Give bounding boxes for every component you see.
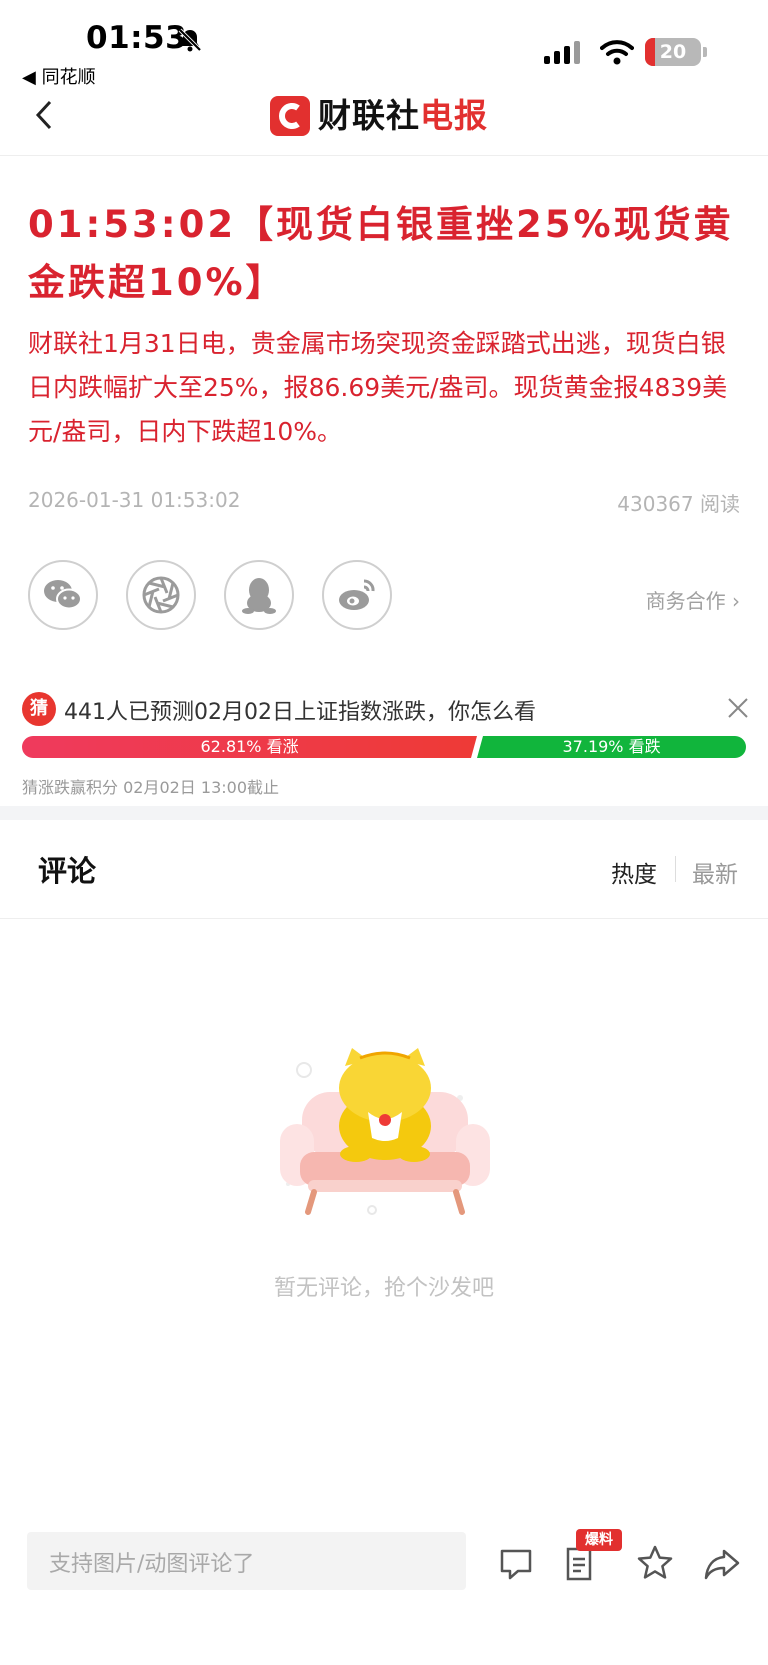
logo-text-red: 电报 (420, 96, 488, 135)
poll-footer: 猜涨跌赢积分 02月02日 13:00截止 (22, 778, 280, 797)
share-icon[interactable] (702, 1543, 742, 1583)
article-read-count: 430367 阅读 (617, 492, 740, 516)
share-wechat-button[interactable] (28, 560, 98, 630)
business-cooperation-link[interactable]: 商务合作 › (646, 585, 740, 614)
guess-badge-icon: 猜 (22, 692, 56, 726)
sort-newest-tab[interactable]: 最新 (692, 855, 738, 889)
empty-comments-text: 暂无评论，抢个沙发吧 (273, 1276, 494, 1301)
empty-comments-illustration (280, 1048, 490, 1215)
back-to-app-link[interactable]: ◀ 同花顺 (22, 63, 96, 89)
share-qq-button[interactable] (224, 560, 294, 630)
weibo-icon (339, 579, 375, 610)
article-datetime: 2026-01-31 01:53:02 (28, 488, 241, 512)
comments-divider (0, 918, 768, 919)
comment-input-placeholder: 支持图片/动图评论了 (49, 1552, 255, 1577)
nav-divider (0, 155, 768, 156)
battery-cap (703, 47, 707, 57)
cellular-signal-icon (544, 41, 580, 64)
poll-question[interactable]: 441人已预测02月02日上证指数涨跌，你怎么看 (64, 694, 536, 726)
logo-text-black: 财联社 (318, 96, 420, 135)
article-headline: 01:53:02【现货白银重挫25%现货黄金跌超10%】 (28, 203, 734, 304)
baoliao-badge: 爆料 (576, 1529, 622, 1551)
sort-divider (675, 856, 676, 882)
wechat-icon (44, 580, 82, 610)
star-icon[interactable] (635, 1543, 675, 1583)
comment-icon[interactable] (496, 1543, 536, 1583)
status-time: 01:53 (86, 20, 188, 56)
comments-title: 评论 (38, 854, 97, 888)
share-moments-button[interactable] (126, 560, 196, 630)
battery-indicator: 20 (645, 38, 701, 66)
wifi-icon (600, 40, 634, 65)
back-arrow-icon[interactable] (32, 98, 56, 132)
comment-input[interactable]: 支持图片/动图评论了 (27, 1532, 466, 1590)
moments-icon (142, 576, 180, 614)
sort-hot-tab[interactable]: 热度 (611, 855, 657, 889)
app-logo-text: 财联社电报 (318, 94, 488, 138)
vote-down-label: 37.19% 看跌 (562, 737, 661, 756)
article-body: 财联社1月31日电，贵金属市场突现资金踩踏式出逃，现货白银日内跌幅扩大至25%，… (28, 329, 728, 446)
vote-up-label: 62.81% 看涨 (200, 737, 299, 756)
bell-muted-icon (178, 28, 202, 52)
share-weibo-button[interactable] (322, 560, 392, 630)
close-icon[interactable] (726, 696, 750, 720)
cls-logo-icon (270, 96, 310, 136)
qq-icon (242, 578, 276, 614)
section-separator (0, 806, 768, 820)
